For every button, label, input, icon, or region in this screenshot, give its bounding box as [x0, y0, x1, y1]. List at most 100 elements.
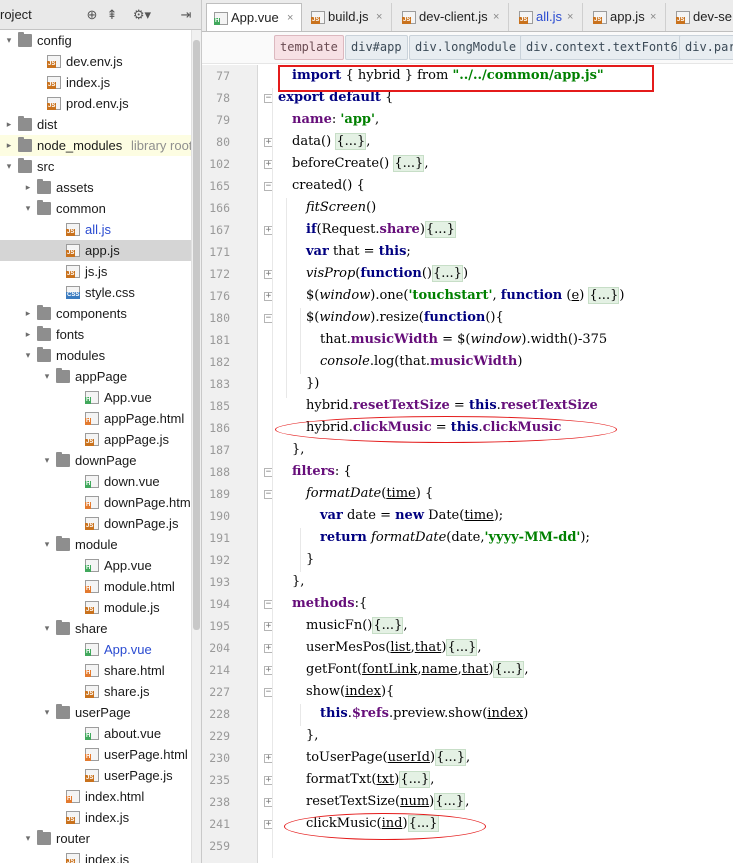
tree-item[interactable]: JS appPage.js — [0, 429, 191, 450]
code-line[interactable]: toUserPage(userId){...},toUserPage(userI… — [306, 747, 470, 769]
breadcrumb-item[interactable]: template — [274, 35, 344, 60]
code-line[interactable]: },}, — [306, 725, 318, 747]
tree-item[interactable]: ▾ downPage — [0, 450, 191, 471]
close-tab-icon[interactable]: × — [567, 3, 573, 31]
breadcrumb-item[interactable]: div.longModule — [409, 35, 523, 60]
tree-item[interactable]: JS userPage.js — [0, 765, 191, 786]
code-line[interactable]: $(window).resize(function(){$(window).re… — [306, 307, 504, 329]
editor-tab[interactable]: JS dev-se — [669, 3, 733, 31]
expanded-arrow-icon[interactable]: ▾ — [23, 345, 33, 366]
gear-icon[interactable]: ⚙▾ — [130, 7, 154, 23]
expanded-arrow-icon[interactable]: ▾ — [42, 450, 52, 471]
code-line[interactable]: formatTxt(txt){...},formatTxt(txt){...}, — [306, 769, 434, 791]
collapsed-arrow-icon[interactable]: ▸ — [4, 114, 14, 135]
expanded-arrow-icon[interactable]: ▾ — [42, 534, 52, 555]
collapsed-arrow-icon[interactable]: ▸ — [23, 177, 33, 198]
code-line[interactable]: fitScreen()fitScreen() — [306, 197, 376, 219]
code-line[interactable]: userMesPos(list,that){...},userMesPos(li… — [306, 637, 482, 659]
expanded-arrow-icon[interactable]: ▾ — [23, 198, 33, 219]
code-line[interactable]: name: 'app',name: 'app', — [292, 109, 379, 131]
tree-item[interactable]: JS app.js — [0, 240, 191, 261]
code-line[interactable]: console.log(that.musicWidth)console.log(… — [320, 351, 522, 373]
code-line[interactable]: methods:{methods:{ — [292, 593, 367, 615]
code-line[interactable]: $(window).one('touchstart', function (e)… — [306, 285, 624, 307]
code-line[interactable]: }} — [306, 549, 314, 571]
tree-item[interactable]: CSS style.css — [0, 282, 191, 303]
breadcrumb-item[interactable]: div.context.textFont6 — [520, 35, 684, 60]
tree-item[interactable]: JS dev.env.js — [0, 51, 191, 72]
expanded-arrow-icon[interactable]: ▾ — [42, 366, 52, 387]
code-line[interactable]: getFont(fontLink,name,that){...},getFont… — [306, 659, 529, 681]
expanded-arrow-icon[interactable]: ▾ — [42, 618, 52, 639]
editor-tab[interactable]: JS dev-client.js × — [395, 3, 509, 31]
code-line[interactable]: visProp(function(){...})visProp(function… — [306, 263, 468, 285]
tree-item[interactable]: JS index.js — [0, 807, 191, 828]
expanded-arrow-icon[interactable]: ▾ — [4, 30, 14, 51]
tree-item[interactable]: JS downPage.js — [0, 513, 191, 534]
code-line[interactable]: var date = new Date(time);var date = new… — [320, 505, 503, 527]
tree-item[interactable]: HdownPage.html — [0, 492, 194, 513]
collapsed-arrow-icon[interactable]: ▸ — [23, 303, 33, 324]
tree-item[interactable]: JS all.js — [0, 219, 191, 240]
tree-item[interactable]: H App.vue — [0, 555, 191, 576]
tree-item[interactable]: ▾ share — [0, 618, 191, 639]
tree-item[interactable]: JS module.js — [0, 597, 191, 618]
code-line[interactable]: formatDate(time) {formatDate(time) { — [306, 483, 433, 505]
tree-item[interactable]: HuserPage.html — [0, 744, 191, 765]
tree-item[interactable]: ▸ assets — [0, 177, 191, 198]
close-tab-icon[interactable]: × — [376, 3, 382, 31]
sidebar-scrollbar-thumb[interactable] — [193, 40, 200, 630]
code-line[interactable]: resetTextSize(num){...},resetTextSize(nu… — [306, 791, 469, 813]
code-line[interactable]: this.$refs.preview.show(index)this.$refs… — [320, 703, 528, 725]
tree-item[interactable]: H App.vue — [0, 387, 191, 408]
code-line[interactable]: },}, — [292, 439, 304, 461]
expanded-arrow-icon[interactable]: ▾ — [42, 702, 52, 723]
collapsed-arrow-icon[interactable]: ▸ — [23, 324, 33, 345]
tree-item[interactable]: ▾ appPage — [0, 366, 191, 387]
sidebar-scrollbar[interactable] — [191, 30, 201, 863]
tree-item[interactable]: ▾ src — [0, 156, 191, 177]
editor-tab[interactable]: JS app.js × — [586, 3, 666, 31]
tree-item[interactable]: Hdown.vue — [0, 471, 191, 492]
tree-item[interactable]: JS prod.env.js — [0, 93, 191, 114]
breadcrumb-item[interactable]: div#app — [345, 35, 408, 60]
code-line[interactable]: })}) — [306, 373, 319, 395]
tree-item[interactable]: ▸ dist — [0, 114, 191, 135]
close-tab-icon[interactable]: × — [650, 3, 656, 31]
code-editor[interactable]: import { hybrid } from "../../common/app… — [258, 65, 733, 863]
expanded-arrow-icon[interactable]: ▾ — [4, 156, 14, 177]
code-line[interactable]: created() {created() { — [292, 175, 365, 197]
code-line[interactable]: filters: {filters: { — [292, 461, 352, 483]
tree-item[interactable]: Hindex.html — [0, 786, 191, 807]
tree-item[interactable]: HappPage.html — [0, 408, 191, 429]
editor-tab[interactable]: JS build.js × — [304, 3, 392, 31]
tree-item[interactable]: ▾ userPage — [0, 702, 191, 723]
code-line[interactable]: show(index){show(index){ — [306, 681, 394, 703]
tree-item[interactable]: Hmodule.html — [0, 576, 191, 597]
collapse-all-icon[interactable]: ⇞ — [104, 7, 120, 23]
code-line[interactable]: var that = this;var that = this; — [306, 241, 411, 263]
tree-item[interactable]: JS share.js — [0, 681, 191, 702]
tree-item[interactable]: ▸ node_modules library root — [0, 135, 192, 156]
code-line[interactable]: return formatDate(date,'yyyy-MM-dd');ret… — [320, 527, 590, 549]
close-tab-icon[interactable]: × — [493, 3, 499, 31]
tree-item[interactable]: ▸ fonts — [0, 324, 191, 345]
tree-item[interactable]: ▾ common — [0, 198, 191, 219]
globe-icon[interactable]: ⊕ — [84, 7, 100, 23]
tree-item[interactable]: ▾ modules — [0, 345, 191, 366]
editor-tab[interactable]: JS all.js × — [512, 3, 583, 31]
tree-item[interactable]: ▾ module — [0, 534, 191, 555]
tree-item[interactable]: JS js.js — [0, 261, 191, 282]
tree-item[interactable]: ▾ router — [0, 828, 191, 849]
tree-item[interactable]: H App.vue — [0, 639, 191, 660]
code-line[interactable]: },}, — [292, 571, 304, 593]
code-line[interactable]: beforeCreate() {...},beforeCreate() {...… — [292, 153, 428, 175]
tree-item[interactable]: ▸ components — [0, 303, 191, 324]
close-tab-icon[interactable]: × — [287, 4, 293, 31]
code-line[interactable]: that.musicWidth = $(window).width()-375t… — [320, 329, 607, 351]
hide-icon[interactable]: ⇥ — [178, 7, 194, 23]
code-line[interactable]: musicFn(){...},musicFn(){...}, — [306, 615, 407, 637]
tree-item[interactable]: Habout.vue — [0, 723, 191, 744]
expanded-arrow-icon[interactable]: ▾ — [23, 828, 33, 849]
code-line[interactable]: if(Request.share){...}if(Request.share){… — [306, 219, 456, 241]
